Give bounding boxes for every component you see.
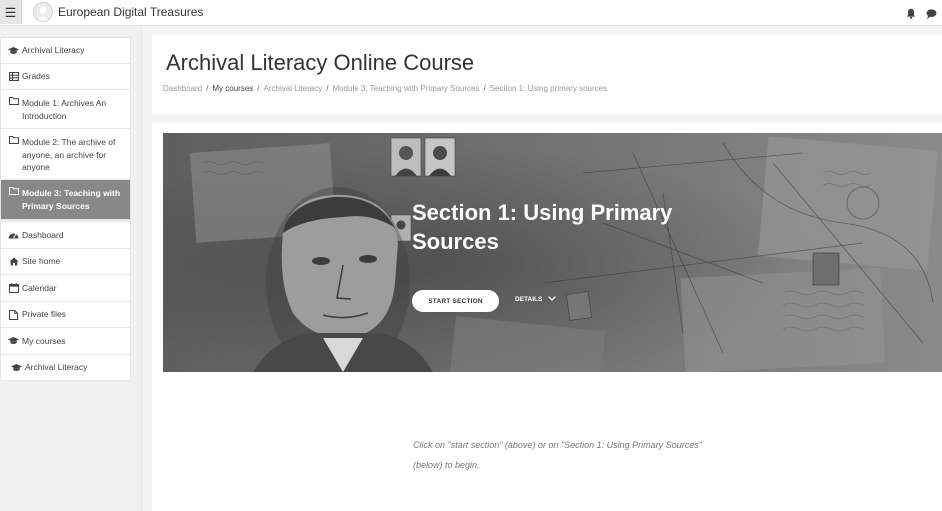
sidebar-item-label: Dashboard <box>22 229 64 240</box>
instructions-line-2: (below) to begin. <box>413 460 480 470</box>
breadcrumb-separator: / <box>206 84 209 93</box>
menu-toggle-button[interactable]: ☰ <box>0 0 22 24</box>
breadcrumb-my-courses[interactable]: My courses <box>212 84 253 93</box>
section-title: Section 1: Using Primary Sources <box>412 198 732 256</box>
sidebar-item-archival-literacy[interactable]: Archival Literacy <box>1 38 130 64</box>
details-toggle[interactable]: DETAILS <box>515 296 557 303</box>
sidebar-item-site-home[interactable]: Site home <box>1 249 130 275</box>
chat-icon[interactable] <box>926 6 937 24</box>
instructions-line-1: Click on "start section" (above) or on "… <box>413 440 702 450</box>
sidebar-item-private-files[interactable]: Private files <box>1 302 130 328</box>
sidebar-item-label: Module 3: Teaching with Primary Sources <box>22 188 121 211</box>
folder-icon <box>8 187 19 195</box>
file-icon <box>8 309 19 320</box>
breadcrumb-separator: / <box>483 84 486 93</box>
sidebar-item-calendar[interactable]: Calendar <box>1 275 130 302</box>
sidebar-item-label: Archival Literacy <box>25 362 88 373</box>
course-nav-group: Archival Literacy Grades Module 1: Archi… <box>0 37 131 220</box>
logo-figure-icon <box>37 6 49 21</box>
section-title-line-2: Sources <box>412 229 499 254</box>
table-icon <box>8 72 19 81</box>
sidebar: Archival Literacy Grades Module 1: Archi… <box>0 26 142 511</box>
dashboard-icon <box>8 231 19 239</box>
section-hero-banner: Section 1: Using Primary Sources START S… <box>163 133 942 372</box>
site-nav-group: Dashboard Site home Calendar Private fil… <box>0 221 131 381</box>
sidebar-item-my-courses[interactable]: My courses <box>1 328 130 355</box>
breadcrumb-separator: / <box>326 84 329 93</box>
breadcrumb-dashboard[interactable]: Dashboard <box>163 84 202 93</box>
details-label: DETAILS <box>515 296 543 303</box>
sidebar-item-label: Calendar <box>22 282 57 293</box>
sidebar-item-module-1[interactable]: Module 1: Archives An Introduction <box>1 90 130 129</box>
breadcrumb: Dashboard / My courses / Archival Literacy / M… <box>163 84 607 93</box>
sidebar-item-label: Private files <box>22 309 66 320</box>
sidebar-item-label: Module 2: The archive of anyone, an arch… <box>22 137 116 172</box>
folder-icon <box>8 136 19 144</box>
sidebar-item-label: Module 1: Archives An Introduction <box>22 98 107 121</box>
breadcrumb-separator: / <box>257 84 260 93</box>
sidebar-item-module-2[interactable]: Module 2: The archive of anyone, an arch… <box>1 129 130 180</box>
page-title: Archival Literacy Online Course <box>166 50 475 75</box>
main-content: Section 1: Using Primary Sources START S… <box>152 123 942 511</box>
sidebar-item-label: Archival Literacy <box>22 45 85 56</box>
page-header: Archival Literacy Online Course Dashboar… <box>152 35 942 114</box>
site-name-link[interactable]: European Digital Treasures <box>58 5 203 19</box>
calendar-icon <box>8 283 19 293</box>
section-title-line-1: Section 1: Using Primary <box>412 200 673 225</box>
instructions-text: Click on "start section" (above) or on "… <box>413 435 793 475</box>
hamburger-icon: ☰ <box>4 4 17 20</box>
chevron-down-icon <box>548 296 557 303</box>
graduation-cap-icon <box>11 363 22 372</box>
sidebar-item-module-3[interactable]: Module 3: Teaching with Primary Sources <box>1 180 130 219</box>
breadcrumb-module-3[interactable]: Module 3: Teaching with Primary Sources <box>332 84 479 93</box>
top-navbar: ☰ European Digital Treasures <box>0 0 942 26</box>
folder-icon <box>8 97 19 105</box>
home-icon <box>8 257 19 266</box>
breadcrumb-section-1[interactable]: Section 1: Using primary sources <box>490 84 607 93</box>
site-logo[interactable] <box>33 2 53 22</box>
bell-icon[interactable] <box>906 6 916 24</box>
graduation-cap-icon <box>8 46 19 55</box>
start-section-button[interactable]: START SECTION <box>412 290 499 312</box>
sidebar-item-label: Grades <box>22 71 50 82</box>
breadcrumb-archival-literacy[interactable]: Archival Literacy <box>264 84 323 93</box>
graduation-cap-icon <box>8 337 19 345</box>
sidebar-item-grades[interactable]: Grades <box>1 64 130 90</box>
sidebar-item-dashboard[interactable]: Dashboard <box>1 222 130 249</box>
sidebar-item-label: Site home <box>22 256 61 267</box>
sidebar-item-course-archival-literacy[interactable]: Archival Literacy <box>1 355 130 380</box>
sidebar-item-label: My courses <box>22 335 66 346</box>
